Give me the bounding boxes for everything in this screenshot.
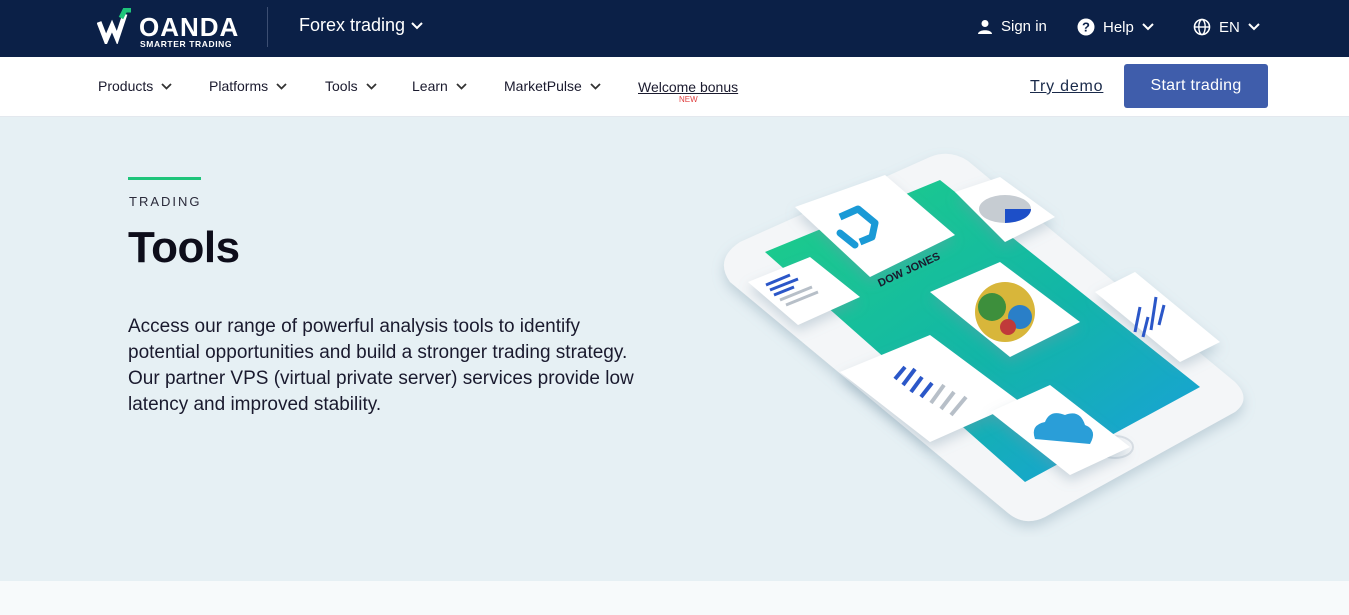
accent-line [128,177,201,180]
svg-text:?: ? [1082,20,1090,35]
nav-item-label: Tools [325,78,358,94]
nav-item-label: Learn [412,78,448,94]
language-label: EN [1219,18,1240,36]
logo-tagline: SMARTER TRADING [140,39,233,49]
hero-section: TRADING Tools Access our range of powerf… [0,117,1349,581]
try-demo-link[interactable]: Try demo [1030,78,1103,96]
new-badge: NEW [679,95,698,104]
help-dropdown[interactable]: ? Help [1077,18,1154,36]
chevron-down-icon [456,82,467,90]
chevron-down-icon [276,82,287,90]
language-dropdown[interactable]: EN [1193,18,1260,36]
nav-item-tools[interactable]: Tools [325,78,377,94]
top-bar: OANDA SMARTER TRADING Forex trading Sign… [0,0,1349,57]
chevron-down-icon [161,82,172,90]
chevron-down-icon [411,21,423,29]
sign-in-label: Sign in [1001,18,1047,35]
main-nav: Products Platforms Tools Learn MarketPul… [0,57,1349,117]
hero-eyebrow: TRADING [129,194,202,209]
chevron-down-icon [590,82,601,90]
nav-item-learn[interactable]: Learn [412,78,467,94]
user-icon [978,19,992,34]
help-label: Help [1103,18,1134,36]
start-trading-button[interactable]: Start trading [1124,64,1268,108]
nav-item-label: Products [98,78,154,94]
sign-in-link[interactable]: Sign in [977,18,1047,35]
hero-description: Access our range of powerful analysis to… [128,316,634,415]
nav-item-label: MarketPulse [504,78,582,94]
nav-item-marketpulse[interactable]: MarketPulse [504,78,601,94]
oanda-logo-icon [97,8,131,44]
tools-illustration: DOW JONES [723,153,1244,522]
nav-item-products[interactable]: Products [98,78,172,94]
nav-item-label: Platforms [209,78,269,94]
chevron-down-icon [366,82,377,90]
site-switch-label: Forex trading [299,15,406,35]
oanda-logo[interactable]: OANDA SMARTER TRADING [97,8,242,50]
nav-item-platforms[interactable]: Platforms [209,78,287,94]
chevron-down-icon [1142,23,1154,31]
help-circle-icon: ? [1077,18,1095,36]
chevron-down-icon [1248,23,1260,31]
footer-strip [0,581,1349,615]
welcome-bonus-link[interactable]: Welcome bonus [638,79,738,95]
page-title: Tools [128,223,240,272]
globe-icon [1193,18,1211,36]
site-switch-dropdown[interactable]: Forex trading [299,15,423,36]
topbar-divider [267,7,268,47]
